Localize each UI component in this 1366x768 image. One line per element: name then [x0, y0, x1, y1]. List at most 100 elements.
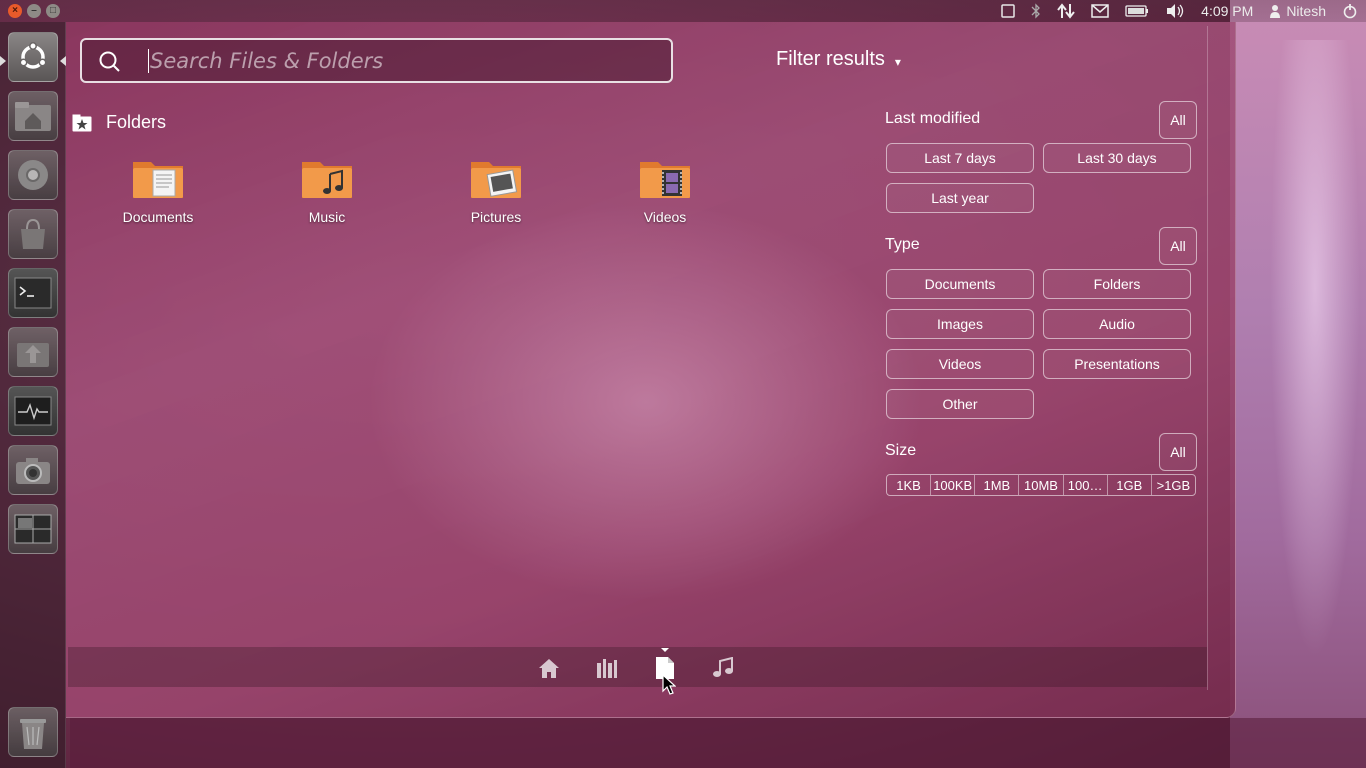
music-lens-icon: [713, 657, 733, 677]
size-all-button[interactable]: All: [1159, 433, 1197, 471]
home-folder-icon: [15, 102, 51, 131]
launcher-update-manager[interactable]: [8, 327, 58, 377]
user-indicator[interactable]: Nitesh: [1261, 0, 1334, 22]
folder-label: Music: [308, 209, 346, 225]
volume-icon: [1167, 4, 1184, 18]
network-indicator[interactable]: [1049, 0, 1083, 22]
filter-results-label: Filter results: [776, 48, 885, 70]
maximize-window-button[interactable]: □: [46, 4, 60, 18]
folder-label: Documents: [122, 209, 194, 225]
lens-bar: [68, 647, 1207, 687]
folders-section-title: Folders: [106, 112, 167, 132]
folder-pictures[interactable]: Pictures: [441, 156, 551, 225]
mouse-pointer-icon: [662, 674, 676, 695]
launcher-home-folder[interactable]: [8, 91, 58, 141]
dash-glow: [366, 202, 926, 602]
size-label: Size: [885, 442, 917, 459]
folder-label: Videos: [643, 209, 687, 225]
top-panel: × – □ 4:09 PM Nitesh: [0, 0, 1366, 22]
camera-icon: [16, 458, 50, 484]
launcher-terminal[interactable]: [8, 268, 58, 318]
size-range-selector: 1KB 100KB 1MB 10MB 100… 1GB >1GB: [886, 474, 1196, 496]
user-name: Nitesh: [1286, 3, 1326, 19]
session-indicator[interactable]: [1334, 0, 1366, 22]
indicator-area: 4:09 PM Nitesh: [993, 0, 1366, 22]
user-icon: [1270, 5, 1281, 18]
filter-type-other[interactable]: Other: [886, 389, 1034, 419]
network-arrows-icon: [1057, 3, 1075, 19]
size-option[interactable]: 100…: [1064, 475, 1108, 495]
size-option[interactable]: >1GB: [1152, 475, 1195, 495]
shopping-bag-icon: [21, 218, 45, 249]
search-input[interactable]: [150, 46, 650, 76]
launcher-dash-home[interactable]: [8, 32, 58, 82]
filter-type-images[interactable]: Images: [886, 309, 1034, 339]
square-icon: [1001, 4, 1015, 18]
applications-lens-icon: [597, 659, 617, 678]
launcher-software-center[interactable]: [8, 209, 58, 259]
home-lens-button[interactable]: [537, 656, 561, 680]
filter-type-documents[interactable]: Documents: [886, 269, 1034, 299]
filter-type-folders[interactable]: Folders: [1043, 269, 1191, 299]
bluetooth-icon: [1031, 3, 1041, 19]
battery-icon: [1125, 5, 1149, 17]
folder-label: Pictures: [470, 209, 522, 225]
system-monitor-icon: [14, 396, 52, 426]
dash-divider: [1207, 26, 1208, 690]
active-pip-icon: [0, 56, 6, 66]
messaging-indicator[interactable]: [1083, 0, 1117, 22]
size-option[interactable]: 1GB: [1108, 475, 1152, 495]
minimize-window-button[interactable]: –: [27, 4, 41, 18]
videos-folder-icon: [640, 162, 690, 198]
filter-last-7-days[interactable]: Last 7 days: [886, 143, 1034, 173]
last-modified-all-button[interactable]: All: [1159, 101, 1197, 139]
filter-type-videos[interactable]: Videos: [886, 349, 1034, 379]
launcher-trash[interactable]: [8, 707, 58, 757]
launcher-workspace-switcher[interactable]: [8, 504, 58, 554]
filter-type-presentations[interactable]: Presentations: [1043, 349, 1191, 379]
battery-indicator[interactable]: [1117, 0, 1157, 22]
terminal-icon: [14, 277, 52, 309]
documents-folder-icon: [133, 162, 183, 198]
update-icon: [17, 343, 49, 367]
chromium-icon: [18, 160, 48, 190]
launcher-camera[interactable]: [8, 445, 58, 495]
power-gear-icon: [1343, 4, 1357, 19]
folder-videos[interactable]: Videos: [610, 156, 720, 225]
pictures-folder-icon: [471, 162, 521, 198]
search-box[interactable]: [80, 38, 673, 83]
filter-last-30-days[interactable]: Last 30 days: [1043, 143, 1191, 173]
bluetooth-indicator[interactable]: [1023, 0, 1049, 22]
filter-last-year[interactable]: Last year: [886, 183, 1034, 213]
folders-section-header[interactable]: Folders: [72, 112, 166, 133]
size-option[interactable]: 1KB: [887, 475, 932, 495]
close-window-button[interactable]: ×: [8, 4, 22, 18]
size-option[interactable]: 100KB: [931, 475, 976, 495]
sound-indicator[interactable]: [1157, 0, 1193, 22]
applications-lens-button[interactable]: [595, 656, 619, 680]
type-label: Type: [885, 236, 920, 253]
music-lens-button[interactable]: [711, 656, 735, 680]
folder-music[interactable]: Music: [272, 156, 382, 225]
launcher-chromium[interactable]: [8, 150, 58, 200]
size-option[interactable]: 10MB: [1019, 475, 1064, 495]
desktop-wallpaper-bottom: [70, 718, 1366, 768]
clock[interactable]: 4:09 PM: [1193, 0, 1261, 22]
desktop-wallpaper: [1230, 0, 1366, 768]
envelope-icon: [1091, 4, 1109, 18]
filter-results-toggle[interactable]: Filter results ▾: [776, 48, 901, 71]
keyboard-layout-indicator[interactable]: [993, 0, 1023, 22]
size-option[interactable]: 1MB: [975, 475, 1020, 495]
folder-star-icon: [72, 114, 92, 131]
launcher-system-monitor[interactable]: [8, 386, 58, 436]
type-all-button[interactable]: All: [1159, 227, 1197, 265]
dropdown-arrow-icon: ▾: [894, 54, 901, 69]
trash-icon: [20, 719, 46, 749]
search-icon: [99, 51, 120, 72]
music-folder-icon: [302, 162, 352, 198]
filter-type-audio[interactable]: Audio: [1043, 309, 1191, 339]
text-cursor: [148, 49, 149, 73]
last-modified-label: Last modified: [885, 110, 981, 127]
folder-documents[interactable]: Documents: [103, 156, 213, 225]
active-lens-indicator-icon: [661, 648, 669, 652]
